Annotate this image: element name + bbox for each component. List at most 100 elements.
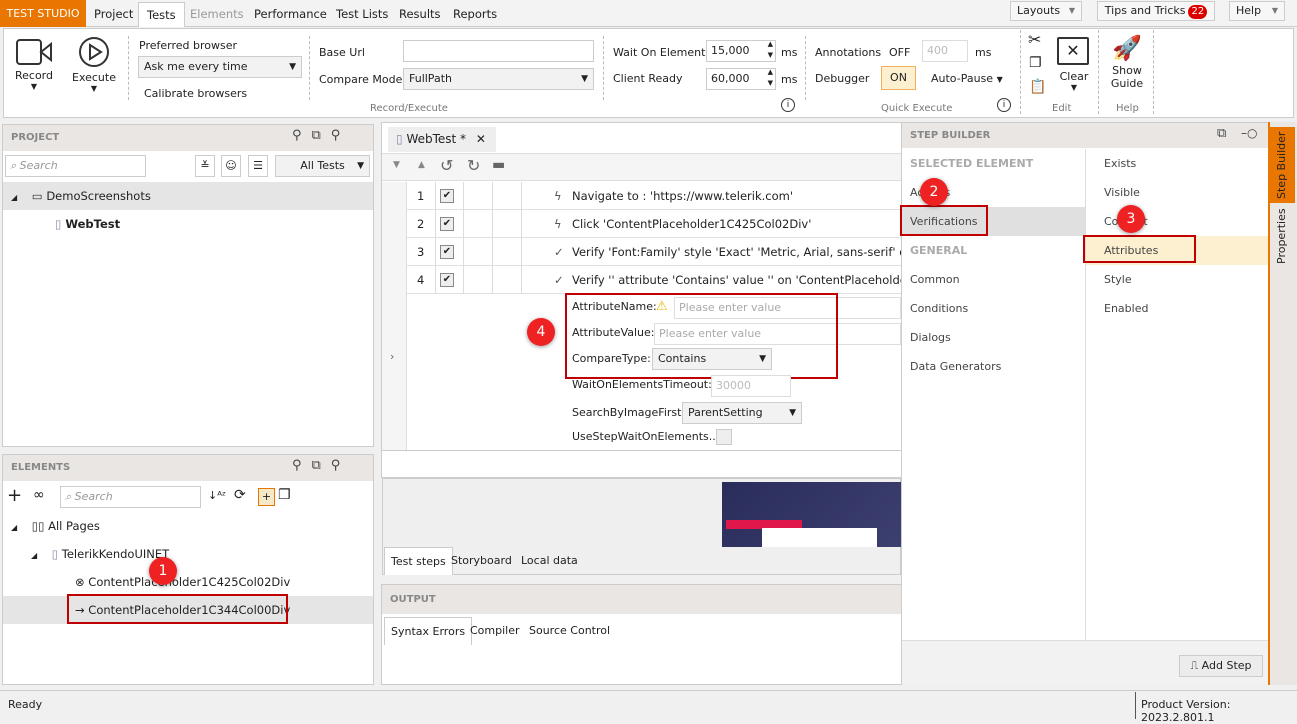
panel-actions-icons[interactable]: ⚲⧉⚲ — [292, 458, 350, 473]
tab-results[interactable]: Results — [391, 2, 449, 27]
step-builder-option[interactable]: Exists — [1086, 149, 1268, 178]
tab-reports[interactable]: Reports — [445, 2, 505, 27]
pin-icon[interactable]: –○ — [1241, 126, 1257, 140]
test-step-row[interactable]: 3 ✔ ✓ Verify 'Font:Family' style 'Exact'… — [407, 238, 901, 266]
use-step-wait-checkbox[interactable] — [716, 429, 732, 445]
comment-icon[interactable]: ▬ — [492, 157, 505, 173]
tree-item-element[interactable]: ⊗ ContentPlaceholder1C425Col02Div — [3, 568, 373, 596]
tab-performance[interactable]: Performance — [246, 2, 335, 27]
tab-local-data[interactable]: Local data — [515, 547, 584, 575]
app-brand-tab[interactable]: TEST STUDIO — [0, 0, 86, 27]
ms-unit: ms — [781, 73, 798, 86]
tab-project[interactable]: Project — [86, 2, 141, 27]
close-icon[interactable]: ✕ — [476, 132, 486, 146]
debugger-toggle[interactable]: ON — [881, 66, 916, 90]
test-step-row[interactable]: 2 ✔ ϟ Click 'ContentPlaceholder1C425Col0… — [407, 210, 901, 238]
step-builder-category[interactable]: Dialogs — [902, 323, 1085, 352]
panel-actions-icons[interactable]: ⚲⧉⚲ — [292, 128, 350, 143]
step-enabled-checkbox[interactable]: ✔ — [440, 245, 454, 259]
sort-az-icon[interactable]: ↓ᴬᶻ — [208, 489, 226, 502]
compare-mode-select[interactable]: FullPath ▼ — [403, 68, 594, 90]
tab-test-steps[interactable]: Test steps — [384, 547, 453, 575]
record-button[interactable]: Record ▼ — [14, 38, 54, 91]
tree-item-all-pages[interactable]: ◢ ▯▯ All Pages — [3, 512, 373, 540]
info-icon[interactable]: i — [781, 98, 795, 112]
tab-compiler[interactable]: Compiler — [464, 617, 526, 645]
step-builder-category[interactable]: Common — [902, 265, 1085, 294]
tab-storyboard[interactable]: Storyboard — [445, 547, 518, 575]
redo-icon[interactable]: ↻ — [467, 156, 480, 175]
test-step-row[interactable]: 1 ✔ ϟ Navigate to : 'https://www.telerik… — [407, 182, 901, 210]
tree-item-webtest[interactable]: ▯ WebTest — [3, 210, 373, 238]
step-enabled-checkbox[interactable]: ✔ — [440, 189, 454, 203]
tree-item-page[interactable]: ◢ ▯ TelerikKendoUINET — [3, 540, 373, 568]
collapse-all-icon[interactable]: ≚ — [195, 155, 215, 177]
step-builder-option[interactable]: Style — [1086, 265, 1268, 294]
tab-webtest[interactable]: ▯ WebTest * ✕ — [388, 127, 496, 152]
refresh-icon[interactable]: ⟳ — [234, 487, 246, 503]
search-by-image-select[interactable]: ParentSetting ▼ — [682, 402, 802, 424]
expand-box-icon[interactable]: + — [258, 488, 275, 506]
popout-icon[interactable]: ⧉ — [1217, 126, 1226, 141]
preferred-browser-select[interactable]: Ask me every time ▼ — [138, 56, 302, 78]
base-url-input[interactable] — [403, 40, 594, 62]
link-icon[interactable]: ∞ — [33, 487, 45, 503]
step-builder-category[interactable]: Conditions — [902, 294, 1085, 323]
list-icon[interactable]: ☰ — [248, 155, 268, 177]
spinner-icon[interactable]: ▲ ▼ — [768, 39, 773, 61]
wait-on-elements-input[interactable]: 15,000 ▲ ▼ — [706, 40, 776, 62]
copy-icon[interactable]: ❐ — [1029, 55, 1042, 71]
calibrate-browsers-button[interactable]: Calibrate browsers — [144, 87, 247, 100]
group-label-edit: Edit — [1052, 103, 1072, 114]
paste-icon[interactable]: 📋 — [1029, 79, 1046, 95]
side-tab-step-builder[interactable]: Step Builder — [1269, 127, 1295, 203]
tab-test-lists[interactable]: Test Lists — [328, 2, 396, 27]
step-builder-option[interactable]: Content — [1086, 207, 1268, 236]
divider — [128, 36, 129, 100]
cut-icon[interactable]: ✂ — [1028, 30, 1041, 49]
side-tab-properties[interactable]: Properties — [1269, 205, 1295, 267]
search-placeholder: Search — [74, 490, 113, 503]
show-guide-button[interactable]: 🚀 Show Guide — [1108, 32, 1146, 90]
annotations-toggle[interactable]: OFF — [889, 46, 910, 59]
step-description: Navigate to : 'https://www.telerik.com' — [572, 189, 793, 203]
client-ready-value: 60,000 — [711, 72, 750, 85]
layouts-dropdown[interactable]: Layouts ▼ — [1010, 1, 1082, 21]
step-enabled-checkbox[interactable]: ✔ — [440, 273, 454, 287]
tests-filter-select[interactable]: All Tests ▼ — [275, 155, 370, 177]
chevron-right-icon[interactable]: › — [390, 350, 394, 363]
execute-button[interactable]: Execute ▼ — [72, 36, 116, 93]
auto-pause-dropdown[interactable]: Auto-Pause ▼ — [931, 72, 1003, 85]
step-enabled-checkbox[interactable]: ✔ — [440, 217, 454, 231]
add-step-button[interactable]: ⎍ Add Step — [1179, 655, 1263, 677]
duplicate-icon[interactable]: ❐ — [278, 487, 291, 503]
tab-syntax-errors[interactable]: Syntax Errors — [384, 617, 473, 645]
undo-icon[interactable]: ↺ — [440, 156, 453, 175]
step-builder-option[interactable]: Visible — [1086, 178, 1268, 207]
add-icon[interactable]: + — [7, 486, 22, 506]
add-step-label: Add Step — [1201, 659, 1252, 672]
test-step-row[interactable]: 4 ✔ ✓ Verify '' attribute 'Contains' val… — [407, 266, 901, 294]
project-search-input[interactable]: ⌕ Search — [5, 155, 146, 177]
help-dropdown[interactable]: Help ▼ — [1229, 1, 1285, 21]
tree-label: WebTest — [65, 217, 121, 231]
spinner-icon[interactable]: ▲ ▼ — [768, 67, 773, 89]
step-builder-option[interactable]: Enabled — [1086, 294, 1268, 323]
annotations-delay-input[interactable]: 400 — [922, 40, 968, 62]
tab-tests[interactable]: Tests — [138, 2, 185, 27]
move-up-icon[interactable]: ▲ — [418, 160, 425, 170]
timeout-input[interactable]: 30000 — [711, 375, 791, 397]
search-by-image-label: SearchByImageFirst: — [572, 406, 686, 419]
tree-label: ContentPlaceholder1C425Col02Div — [88, 575, 291, 589]
tree-item-demoscreenshots[interactable]: ◢ ▭ DemoScreenshots — [3, 182, 373, 210]
tab-source-control[interactable]: Source Control — [523, 617, 616, 645]
tips-and-tricks-button[interactable]: Tips and Tricks 22 — [1097, 1, 1215, 21]
info-icon[interactable]: i — [997, 98, 1011, 112]
client-ready-input[interactable]: 60,000 ▲ ▼ — [706, 68, 776, 90]
move-down-icon[interactable]: ▼ — [393, 160, 400, 170]
user-icon[interactable]: ☺ — [221, 155, 241, 177]
storyboard-thumbnail — [722, 482, 901, 547]
tab-elements[interactable]: Elements — [182, 2, 252, 27]
elements-search-input[interactable]: ⌕ Search — [60, 486, 201, 508]
step-builder-category[interactable]: Data Generators — [902, 352, 1085, 381]
